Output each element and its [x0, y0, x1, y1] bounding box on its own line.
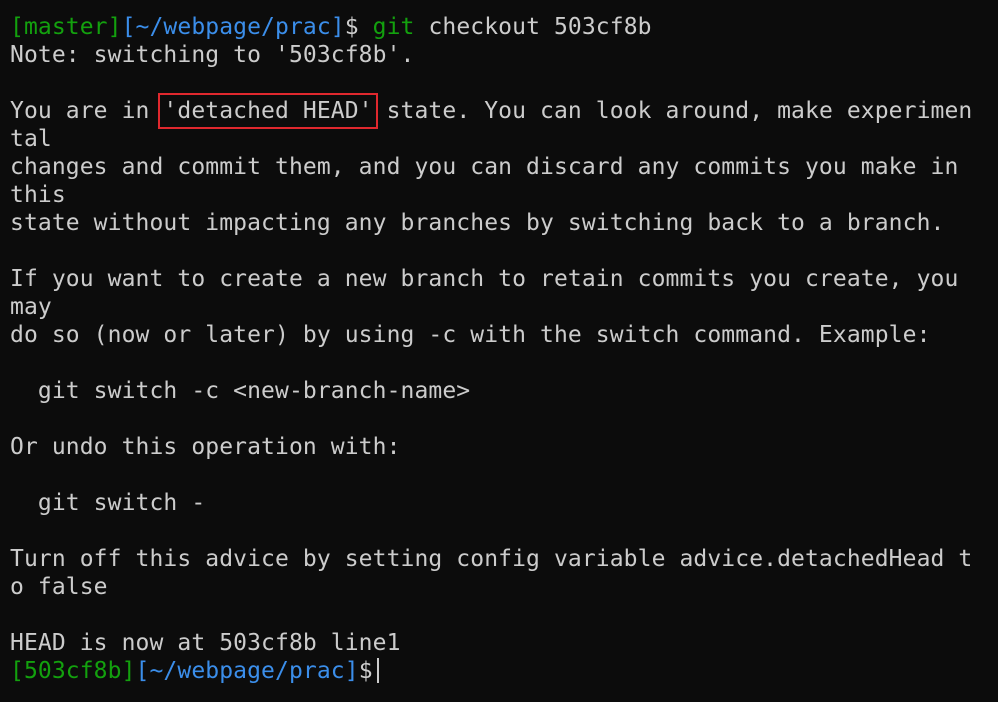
output-line: do so (now or later) by using -c with th… [10, 322, 931, 348]
output-line: this [10, 182, 66, 208]
output-line: tal [10, 126, 52, 152]
output-line: state without impacting any branches by … [10, 210, 945, 236]
output-example-command: git switch -c <new-branch-name> [10, 378, 471, 404]
output-detached-line: You are in 'detached HEAD' state. You ca… [10, 93, 998, 129]
detached-text-pre: You are in [10, 98, 164, 124]
output-line: may [10, 294, 52, 320]
output-line: Or undo this operation with: [10, 434, 401, 460]
prompt-branch: [503cf8b] [10, 658, 136, 684]
prompt-path: [~/webpage/prac] [135, 658, 359, 684]
prompt-symbol: $ [358, 658, 373, 684]
output-note: Note: switching to '503cf8b'. [10, 42, 415, 68]
current-prompt-line[interactable]: [503cf8b][~/webpage/prac]$ [10, 657, 998, 685]
command-git: git [372, 14, 415, 40]
prompt-symbol: $ [344, 14, 359, 40]
output-head-status: HEAD is now at 503cf8b line1 [10, 630, 401, 656]
output-line: o false [10, 574, 108, 600]
terminal-window[interactable]: [master][~/webpage/prac]$ git checkout 5… [0, 0, 998, 702]
command-args: checkout 503cf8b [428, 14, 652, 40]
output-line: Turn off this advice by setting config v… [10, 546, 973, 572]
output-example-command: git switch - [10, 490, 206, 516]
command-prompt-line: [master][~/webpage/prac]$ git checkout 5… [10, 13, 998, 41]
detached-text-post: state. You can look around, make experim… [372, 98, 973, 124]
detached-head-highlight: 'detached HEAD' [158, 93, 378, 129]
output-line: If you want to create a new branch to re… [10, 266, 959, 292]
output-line: changes and commit them, and you can dis… [10, 154, 959, 180]
prompt-path: [~/webpage/prac] [121, 14, 345, 40]
prompt-branch: [master] [10, 14, 122, 40]
text-cursor[interactable] [376, 658, 379, 683]
